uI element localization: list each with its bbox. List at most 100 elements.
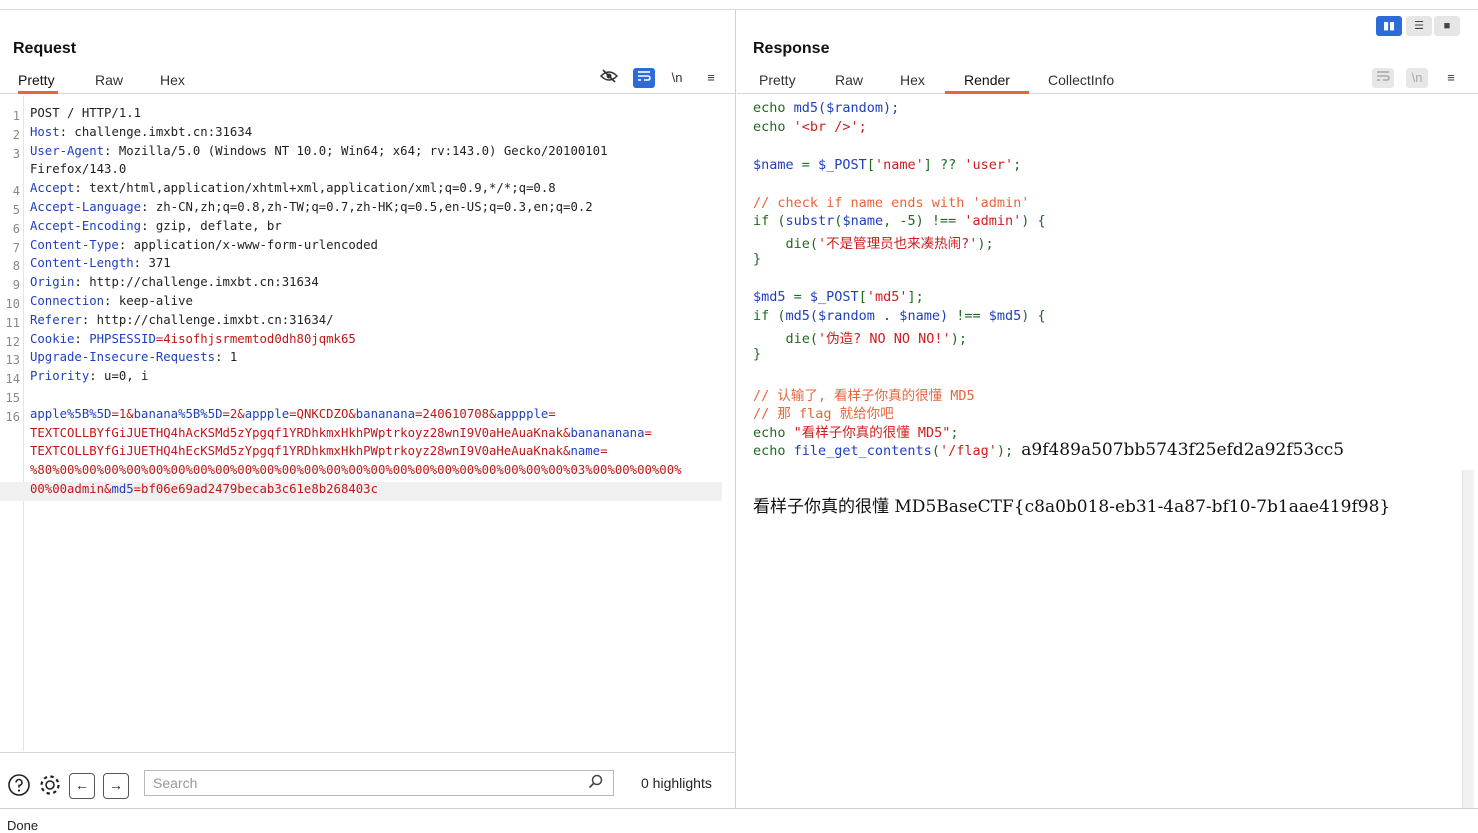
token: = (644, 425, 652, 440)
top-strip (0, 0, 1478, 10)
code-token: [ (858, 289, 867, 305)
token: banananana (570, 425, 645, 440)
request-line: TEXTCOLLBYfGiJUETHQ4hAcKSMd5zYpgqf1YRDhk… (0, 426, 722, 445)
token: Accept-Encoding (30, 218, 142, 233)
token: Referer (30, 312, 82, 327)
newline-toggle[interactable]: \n (666, 68, 688, 88)
eye-slash-icon[interactable] (598, 68, 620, 88)
line-number: 9 (12, 278, 20, 293)
line-content: Host: challenge.imxbt.cn:31634 (30, 125, 252, 139)
code-token: // 认输了, 看样子你真的很懂 MD5 (753, 387, 975, 404)
response-code-line: echo "看样子你真的很懂 MD5"; (753, 421, 959, 441)
code-token: $name (753, 156, 794, 173)
line-number: 2 (12, 127, 20, 142)
code-token: , -5) !== (883, 213, 965, 230)
line-content: Content-Type: application/x-www-form-url… (30, 238, 378, 252)
token: PHPSESSID (89, 331, 156, 346)
line-content: Firefox/143.0 (30, 162, 126, 176)
code-token: $_POST (818, 156, 867, 173)
single-pane-icon[interactable]: ■ (1434, 16, 1460, 36)
request-title: Request (13, 40, 77, 57)
line-content: Accept-Encoding: gzip, deflate, br (30, 219, 282, 233)
response-tab-pretty[interactable]: Pretty (759, 72, 796, 94)
request-line: 8 Content-Length: 371 (0, 256, 722, 275)
line-number: 10 (5, 297, 20, 311)
token: apppple (496, 406, 549, 421)
request-tab-raw[interactable]: Raw (95, 72, 123, 94)
response-code-line: } (753, 251, 761, 267)
code-token: // 那 flag 就给你吧 (753, 406, 894, 423)
response-tab-render[interactable]: Render (945, 72, 1029, 94)
menu-icon[interactable]: ≡ (700, 68, 722, 88)
line-content: Content-Length: 371 (30, 256, 171, 270)
response-scrollbar[interactable] (1462, 470, 1474, 808)
menu-icon[interactable]: ≡ (1440, 68, 1462, 88)
response-tab-raw[interactable]: Raw (835, 72, 863, 94)
code-token: file_get_contents (793, 443, 932, 460)
code-token: !== (948, 307, 989, 324)
line-number: 12 (5, 334, 20, 349)
line-content: Origin: http://challenge.imxbt.cn:31634 (30, 275, 319, 289)
response-code-line: // 认输了, 看样子你真的很懂 MD5 (753, 384, 975, 404)
line-number: 4 (12, 184, 20, 199)
token: Cookie (30, 331, 75, 346)
code-token: ( (931, 443, 940, 460)
split-horizontal-icon[interactable]: ▮▮ (1376, 16, 1402, 36)
response-title: Response (753, 40, 830, 57)
token: : 1 (215, 350, 238, 365)
response-tab-collectinfo[interactable]: CollectInfo (1048, 72, 1114, 94)
arrow-left-icon[interactable]: ← (69, 773, 95, 799)
line-content: Accept: text/html,application/xhtml+xml,… (30, 181, 556, 195)
gear-icon[interactable] (37, 773, 63, 799)
token: name (570, 444, 601, 459)
token: Connection (30, 294, 105, 308)
response-render-view: echo md5($random); echo '<br />'; $name = … (753, 96, 1453, 808)
arrow-right-icon[interactable]: → (103, 773, 129, 799)
request-tab-pretty[interactable]: Pretty (18, 72, 58, 94)
wrap-icon[interactable] (633, 68, 655, 88)
token: Accept-Language (30, 200, 142, 214)
code-token: die( (753, 236, 819, 253)
request-line: 16 apple%5B%5D=1&banana%5B%5D=2&appple=QN… (0, 407, 722, 426)
newline-toggle-disabled[interactable]: \n (1406, 68, 1428, 88)
token: appple (244, 406, 290, 421)
split-vertical-icon[interactable]: ☰ (1406, 16, 1432, 36)
token: bananana (355, 406, 416, 421)
token: : gzip, deflate, br (141, 218, 282, 233)
token: Content-Type (30, 237, 119, 252)
code-token: $md5 (753, 289, 786, 305)
token: =4isofhjsrmemtod0dh80jqmk65 (155, 331, 356, 346)
token: Priority (30, 369, 90, 384)
request-line: 7 Content-Type: application/x-www-form-ur… (0, 238, 722, 257)
request-editor[interactable]: 1 POST / HTTP/1.1 2 Host: challenge.imxbt.c… (0, 96, 735, 751)
response-code-line: if (md5($random . $name) !== $md5) { (753, 308, 1046, 324)
response-tabs: Pretty Raw Hex Render CollectInfo (737, 70, 1478, 94)
code-token: 'user' (964, 156, 1014, 173)
wrap-icon-disabled[interactable] (1372, 68, 1394, 88)
code-token: die( (753, 330, 819, 347)
token: banana%5B%5D (133, 406, 223, 421)
line-number: 14 (5, 372, 20, 387)
line-number: 13 (5, 353, 20, 368)
code-token: 'md5' (866, 289, 908, 305)
search-icon[interactable] (588, 774, 603, 793)
line-number: 15 (5, 391, 20, 405)
token: : 371 (133, 256, 171, 271)
search-input[interactable]: Search (144, 770, 614, 796)
request-line: 4 Accept: text/html,application/xhtml+xml… (0, 181, 722, 200)
code-token: $md5 (988, 307, 1022, 324)
line-number: 5 (12, 203, 20, 217)
response-code-line: if (substr($name, -5) !== 'admin') { (753, 213, 1046, 229)
help-icon[interactable] (6, 773, 32, 799)
response-tab-hex[interactable]: Hex (900, 72, 925, 94)
code-token: md5 (793, 100, 819, 116)
line-number: 11 (5, 315, 20, 330)
request-tab-hex[interactable]: Hex (160, 72, 185, 94)
request-line: 9 Origin: http://challenge.imxbt.cn:31634 (0, 275, 722, 294)
code-token: } (753, 251, 762, 268)
request-line: 5 Accept-Language: zh-CN,zh;q=0.8,zh-TW;q… (0, 200, 722, 219)
code-token: ) { (1021, 213, 1046, 230)
line-content: Priority: u=0, i (30, 369, 148, 383)
code-token: echo (753, 100, 794, 116)
token: = (548, 406, 556, 421)
